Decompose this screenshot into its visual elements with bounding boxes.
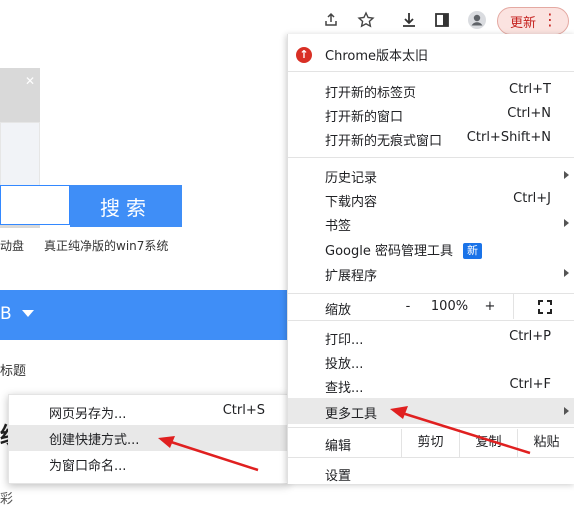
annotation-arrows	[158, 406, 531, 472]
arrow-to-more-tools	[390, 406, 531, 455]
arrow-to-create-shortcut	[158, 436, 259, 472]
page-text: 彩	[0, 492, 14, 507]
